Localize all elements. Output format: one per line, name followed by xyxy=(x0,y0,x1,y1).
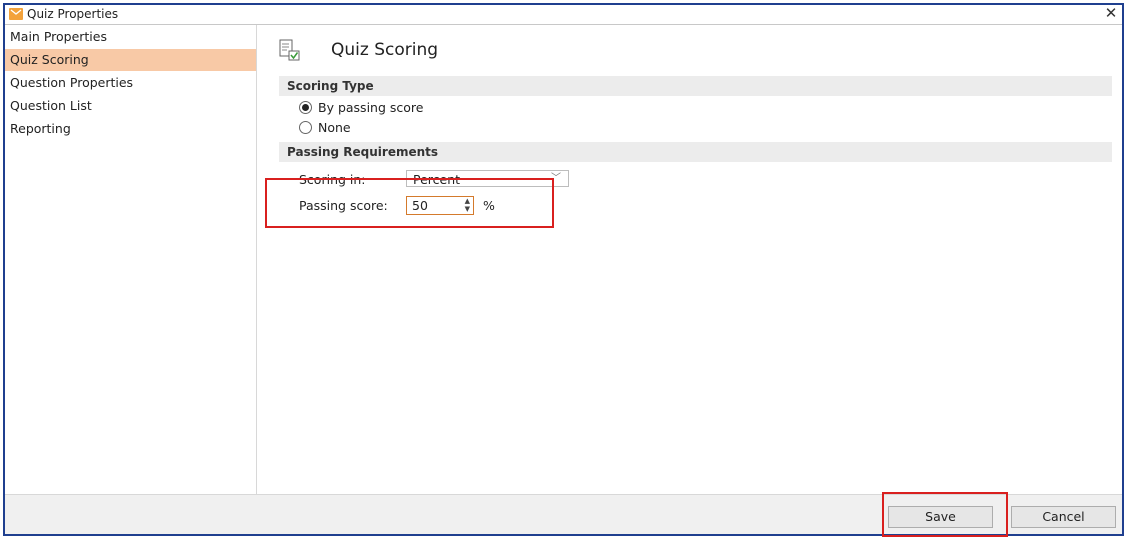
spin-down-icon[interactable]: ▼ xyxy=(465,206,470,213)
sidebar-item-question-list[interactable]: Question List xyxy=(5,95,256,117)
passing-score-value: 50 xyxy=(412,198,428,213)
radio-none[interactable]: None xyxy=(299,119,351,137)
passing-score-label: Passing score: xyxy=(299,198,388,213)
document-check-icon xyxy=(279,39,301,63)
scoring-in-label: Scoring in: xyxy=(299,172,366,187)
passing-score-stepper[interactable]: 50 ▲ ▼ xyxy=(406,196,474,215)
save-button[interactable]: Save xyxy=(888,506,993,528)
sidebar-item-main-properties[interactable]: Main Properties xyxy=(5,26,256,48)
envelope-check-icon xyxy=(9,8,23,20)
close-icon[interactable]: ✕ xyxy=(1102,5,1120,23)
radio-label: None xyxy=(318,120,351,135)
dropdown-value: Percent xyxy=(413,172,461,187)
section-header-scoring-type: Scoring Type xyxy=(279,76,1112,96)
title-bar: Quiz Properties ✕ xyxy=(5,5,1122,25)
sidebar-item-question-properties[interactable]: Question Properties xyxy=(5,72,256,94)
main-panel: Quiz Scoring Scoring Type By passing sco… xyxy=(257,25,1122,497)
sidebar-item-quiz-scoring[interactable]: Quiz Scoring xyxy=(5,49,256,71)
window-title: Quiz Properties xyxy=(27,7,119,21)
cancel-button[interactable]: Cancel xyxy=(1011,506,1116,528)
section-header-passing-requirements: Passing Requirements xyxy=(279,142,1112,162)
sidebar: Main Properties Quiz Scoring Question Pr… xyxy=(5,25,257,497)
passing-score-unit: % xyxy=(483,198,495,213)
quiz-properties-window: Quiz Properties ✕ Main Properties Quiz S… xyxy=(3,3,1124,536)
footer-bar: Save Cancel xyxy=(5,494,1122,534)
page-title: Quiz Scoring xyxy=(331,40,439,60)
scoring-in-dropdown[interactable]: Percent ﹀ xyxy=(406,170,569,187)
spin-up-icon[interactable]: ▲ xyxy=(465,198,470,205)
radio-by-passing-score[interactable]: By passing score xyxy=(299,99,423,117)
radio-checked-icon[interactable] xyxy=(299,101,312,114)
radio-label: By passing score xyxy=(318,100,424,115)
chevron-down-icon: ﹀ xyxy=(551,173,561,184)
sidebar-item-reporting[interactable]: Reporting xyxy=(5,118,256,140)
radio-unchecked-icon[interactable] xyxy=(299,121,312,134)
